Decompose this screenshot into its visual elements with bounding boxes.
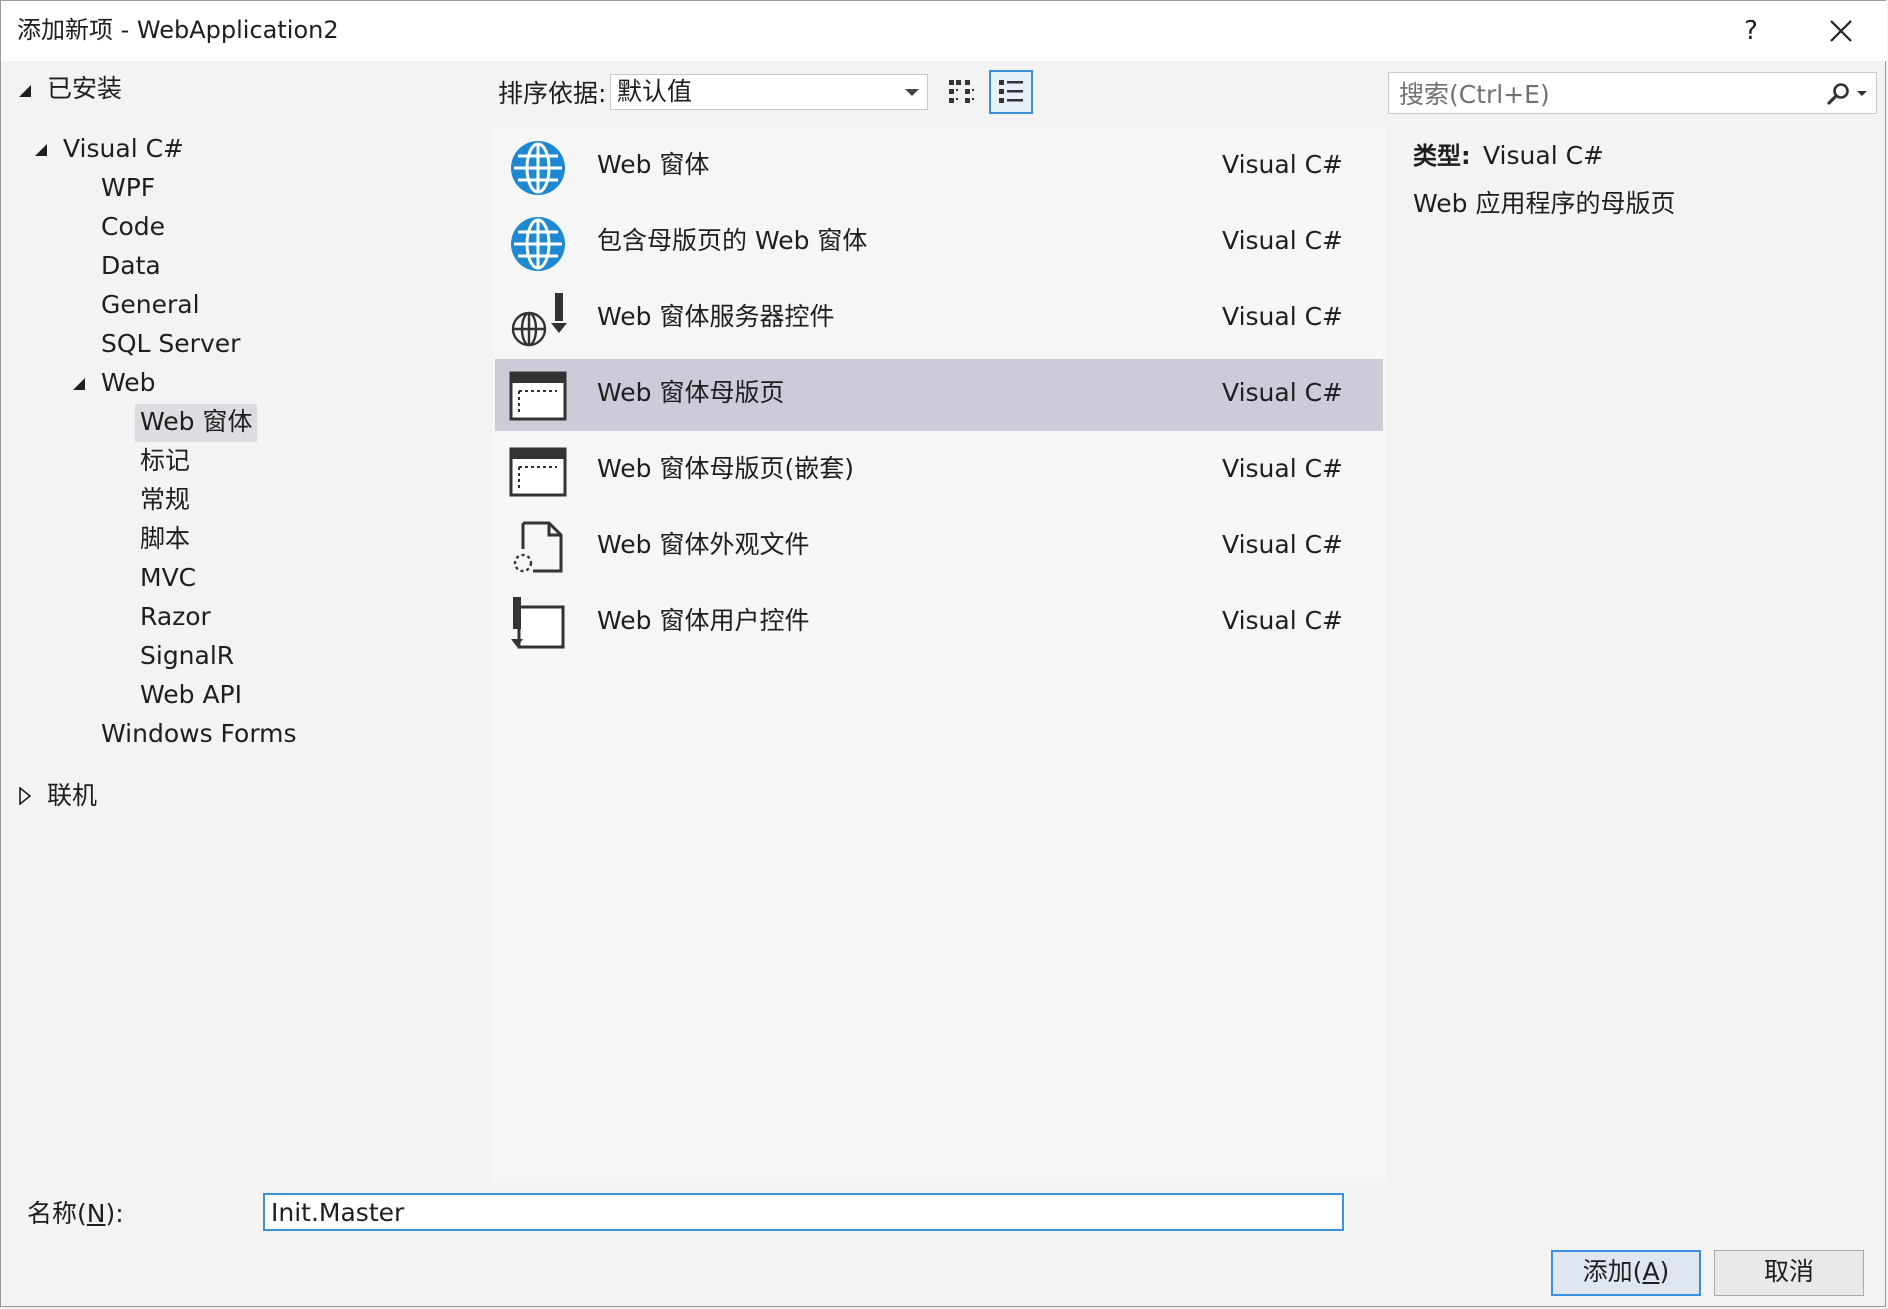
window-title: 添加新项 - WebApplication2 xyxy=(17,16,339,44)
search-options-dropdown-icon[interactable] xyxy=(1855,89,1869,99)
expanded-arrow-icon[interactable] xyxy=(33,142,49,158)
template-name: Web 窗体用户控件 xyxy=(597,606,810,635)
title-bar: 添加新项 - WebApplication2 ? xyxy=(1,1,1887,61)
search-icon[interactable] xyxy=(1825,81,1853,107)
sort-value: 默认值 xyxy=(617,77,693,106)
sort-label: 排序依据: xyxy=(498,79,607,108)
close-icon xyxy=(1830,20,1852,42)
tree-item-razor[interactable]: Razor xyxy=(135,599,216,637)
tree-item-general[interactable]: General xyxy=(96,287,205,325)
list-view-icon xyxy=(999,80,1023,103)
sort-dropdown[interactable]: 默认值 xyxy=(610,74,928,110)
tree-item-visual-csharp[interactable]: Visual C# xyxy=(58,131,189,169)
globe-icon xyxy=(509,215,567,273)
tree-item-wpf[interactable]: WPF xyxy=(96,170,160,208)
search-box xyxy=(1388,72,1877,114)
tree-item-data[interactable]: Data xyxy=(96,248,166,286)
template-description: Web 应用程序的母版页 xyxy=(1413,189,1676,218)
template-name: Web 窗体母版页(嵌套) xyxy=(597,454,854,483)
globe-icon xyxy=(509,139,567,197)
tree-item-web[interactable]: Web xyxy=(96,365,161,403)
search-input[interactable] xyxy=(1397,77,1801,111)
template-type: Visual C# xyxy=(1222,530,1343,559)
template-name: Web 窗体服务器控件 xyxy=(597,302,835,331)
close-button[interactable] xyxy=(1813,9,1869,53)
collapsed-arrow-icon[interactable] xyxy=(17,787,33,805)
expanded-arrow-icon[interactable] xyxy=(71,376,87,392)
chevron-down-icon xyxy=(905,89,919,96)
tree-item-signalr[interactable]: SignalR xyxy=(135,638,239,676)
template-row[interactable]: Web 窗体服务器控件 Visual C# xyxy=(495,283,1383,355)
list-view-button[interactable] xyxy=(989,70,1033,114)
template-name: Web 窗体外观文件 xyxy=(597,530,810,559)
name-label: 名称(N): xyxy=(27,1199,124,1228)
template-row[interactable]: Web 窗体用户控件 Visual C# xyxy=(495,587,1383,659)
tree-item-script[interactable]: 脚本 xyxy=(135,521,195,559)
name-input[interactable] xyxy=(271,1197,1331,1227)
template-row[interactable]: Web 窗体母版页(嵌套) Visual C# xyxy=(495,435,1383,507)
tree-item-windows-forms[interactable]: Windows Forms xyxy=(96,716,302,754)
tree-item-web-api[interactable]: Web API xyxy=(135,677,247,715)
help-button[interactable]: ? xyxy=(1723,9,1779,53)
tree-item-markup[interactable]: 标记 xyxy=(135,443,195,481)
template-name: Web 窗体 xyxy=(597,150,710,179)
tree-item-online[interactable]: 联机 xyxy=(42,778,102,816)
master-page-icon xyxy=(509,367,567,425)
template-type: Visual C# xyxy=(1222,378,1343,407)
add-new-item-dialog: 添加新项 - WebApplication2 ? 已安装 Visual C# W… xyxy=(0,0,1887,1307)
cancel-button[interactable]: 取消 xyxy=(1714,1250,1864,1296)
template-row[interactable]: Web 窗体 Visual C# xyxy=(495,131,1383,203)
small-icons-view-button[interactable] xyxy=(939,70,983,114)
template-type: Visual C# xyxy=(1222,302,1343,331)
template-type: Visual C# xyxy=(1222,226,1343,255)
template-type: Visual C# xyxy=(1222,454,1343,483)
template-type: Visual C# xyxy=(1222,150,1343,179)
master-page-icon xyxy=(509,443,567,501)
skin-file-icon xyxy=(509,519,567,577)
globe-control-icon xyxy=(509,291,567,349)
template-name: Web 窗体母版页 xyxy=(597,378,785,407)
user-control-icon xyxy=(509,595,567,653)
grid-view-icon xyxy=(949,80,974,103)
template-type: Visual C# xyxy=(1222,606,1343,635)
tree-item-mvc[interactable]: MVC xyxy=(135,560,201,598)
expanded-arrow-icon[interactable] xyxy=(17,83,33,99)
tree-item-web-forms[interactable]: Web 窗体 xyxy=(135,404,258,442)
add-button[interactable]: 添加(A) xyxy=(1551,1250,1701,1296)
tree-item-general-web[interactable]: 常规 xyxy=(135,482,195,520)
name-field-box xyxy=(263,1193,1344,1231)
template-row[interactable]: Web 窗体外观文件 Visual C# xyxy=(495,511,1383,583)
template-row[interactable]: Web 窗体母版页 Visual C# xyxy=(495,359,1383,431)
tree-item-installed[interactable]: 已安装 xyxy=(42,71,127,109)
type-value: Visual C# xyxy=(1483,141,1604,170)
template-name: 包含母版页的 Web 窗体 xyxy=(597,226,868,255)
template-row[interactable]: 包含母版页的 Web 窗体 Visual C# xyxy=(495,207,1383,279)
type-label: 类型: xyxy=(1413,142,1471,170)
tree-item-code[interactable]: Code xyxy=(96,209,170,247)
tree-item-sql-server[interactable]: SQL Server xyxy=(96,326,245,364)
